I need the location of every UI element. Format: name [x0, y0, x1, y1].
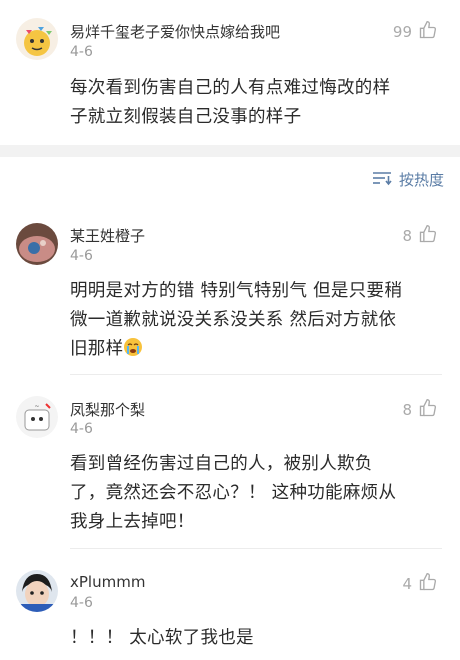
avatar[interactable] — [16, 223, 58, 265]
like-button[interactable]: 99 — [393, 20, 438, 44]
comment-date: 4-6 — [70, 248, 93, 264]
like-count: 4 — [402, 575, 412, 593]
comment-date: 4-6 — [70, 595, 93, 611]
avatar[interactable] — [16, 570, 58, 612]
like-button[interactable]: 4 — [402, 572, 438, 596]
section-divider — [0, 145, 460, 157]
comment-text: 明明是对方的错 特别气特别气 但是只要稍 微一道歉就说没关系没关系 然后对方就依… — [70, 281, 403, 359]
comment-author[interactable]: 某王姓橙子 — [70, 225, 145, 246]
comment-author[interactable]: 凤梨那个梨 — [70, 399, 145, 420]
row-divider — [70, 374, 442, 375]
sort-lines-icon — [372, 170, 392, 190]
thumbs-up-icon — [418, 398, 438, 422]
comment-text: ！！！ 太心软了我也是 — [70, 628, 254, 648]
avatar[interactable]: ~ — [16, 396, 58, 438]
comment-item: 易烊千玺老子爱你快点嫁给我吧 4-6 99 每次看到伤害自己的人有点难过悔改的样… — [0, 0, 460, 145]
sort-label: 按热度 — [398, 171, 444, 189]
comment-text: 看到曾经伤害过自己的人，被别人欺负 了，竟然还会不忍心？！ 这种功能麻烦从 我身… — [70, 454, 397, 532]
thumbs-up-icon — [418, 224, 438, 248]
sort-by-hot-button[interactable]: 按热度 — [372, 169, 444, 190]
like-count: 99 — [392, 23, 412, 41]
comment-date: 4-6 — [70, 44, 93, 60]
like-button[interactable]: 8 — [402, 224, 438, 248]
svg-text:~: ~ — [34, 403, 39, 410]
like-count: 8 — [402, 401, 412, 419]
comment-date: 4-6 — [70, 421, 93, 437]
avatar[interactable] — [16, 18, 58, 60]
thumbs-up-icon — [418, 572, 438, 596]
row-divider — [70, 548, 442, 549]
crying-emoji-icon — [123, 337, 143, 357]
comment-author[interactable]: 易烊千玺老子爱你快点嫁给我吧 — [70, 21, 280, 42]
comment-text: 每次看到伤害自己的人有点难过悔改的样 子就立刻假装自己没事的样子 — [70, 78, 391, 127]
thumbs-up-icon — [418, 20, 438, 44]
like-button[interactable]: 8 — [402, 398, 438, 422]
comment-author[interactable]: xPlummm — [70, 573, 145, 591]
comment-item: 某王姓橙子 4-6 8 明明是对方的错 特别气特别气 但是只要稍 微一道歉就说没… — [0, 210, 460, 375]
comment-item: ~ 凤梨那个梨 4-6 8 看到曾经伤害过自己的人，被别人欺负 了，竟然还会不忍… — [0, 384, 460, 544]
like-count: 8 — [402, 227, 412, 245]
comment-item: xPlummm 4-6 4 ！！！ 太心软了我也是 — [0, 558, 460, 660]
